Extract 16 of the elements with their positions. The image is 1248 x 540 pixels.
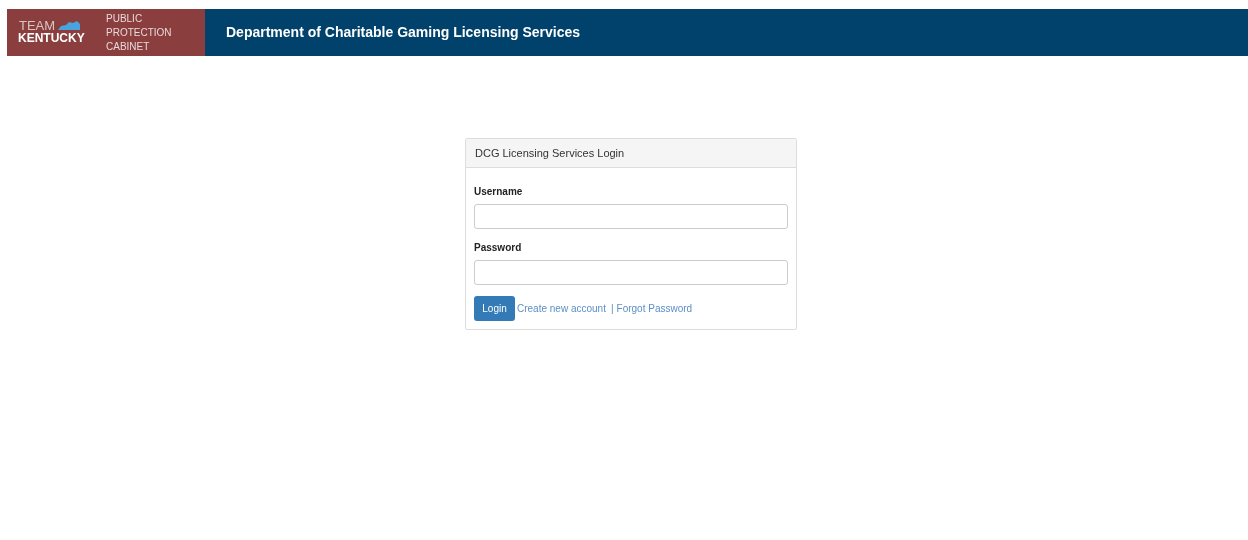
state-map-icon xyxy=(58,20,80,30)
field-label: Username xyxy=(474,185,524,199)
logo-text: KENTUCKY xyxy=(18,30,85,45)
login-button[interactable]: Login xyxy=(474,296,515,321)
forgot-password-link[interactable]: Forgot Password xyxy=(616,301,693,316)
page-title: Department of Charitable Gaming Licensing Services xyxy=(226,23,580,42)
field-label: Password xyxy=(474,241,523,255)
input-field[interactable] xyxy=(474,204,788,229)
cabinet-text: CABINET xyxy=(106,39,151,54)
logo-text: TEAM xyxy=(19,18,56,32)
input-field[interactable] xyxy=(474,260,788,285)
create-account-link[interactable]: Create new account xyxy=(517,301,606,316)
card-title: DCG Licensing Services Login xyxy=(475,145,625,161)
cabinet-text: PROTECTION xyxy=(106,25,172,40)
cabinet-text: PUBLIC xyxy=(106,11,144,26)
link-separator: | xyxy=(610,302,614,316)
